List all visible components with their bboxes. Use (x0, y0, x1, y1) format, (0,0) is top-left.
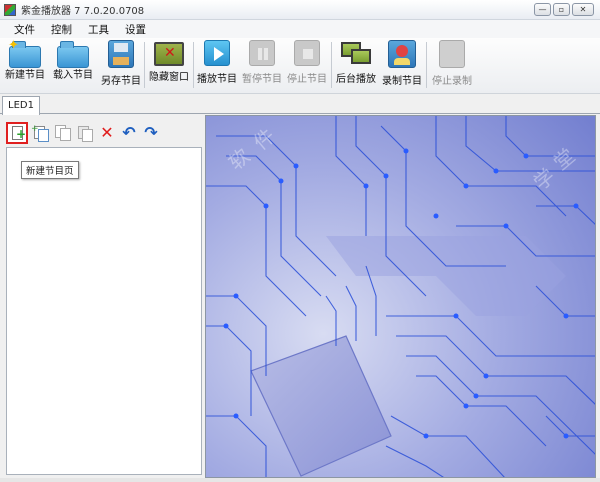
menu-control[interactable]: 控制 (43, 22, 80, 37)
hide-window-button[interactable]: ✕ 隐藏窗口 (146, 40, 192, 92)
new-page-button[interactable]: + (6, 122, 28, 144)
save-disk-icon (108, 40, 134, 68)
hide-window-label: 隐藏窗口 (149, 72, 189, 83)
close-button[interactable]: ✕ (572, 3, 594, 16)
minimize-button[interactable]: — (534, 3, 551, 16)
hide-window-icon: ✕ (154, 42, 184, 66)
plus-icon: + (16, 127, 27, 141)
play-icon (204, 40, 230, 66)
new-folder-icon: ✦ (8, 38, 41, 68)
tab-led1[interactable]: LED1 (2, 96, 40, 115)
stop-program-button[interactable]: 停止节目 (284, 40, 330, 92)
save-as-program-button[interactable]: 另存节目 (98, 40, 144, 92)
undo-icon[interactable]: ↶ (120, 124, 138, 142)
toolbar-separator (331, 42, 332, 88)
stop-icon (294, 40, 320, 66)
menu-tools[interactable]: 工具 (80, 22, 117, 37)
toolbar-separator (426, 42, 427, 88)
background-play-label: 后台播放 (336, 74, 376, 85)
window-title: 紫金播放器 7 7.0.20.0708 (21, 6, 145, 17)
new-program-button[interactable]: ✦ 新建节目 (2, 38, 48, 92)
paste-page-button[interactable] (76, 124, 94, 142)
menu-file[interactable]: 文件 (6, 22, 43, 37)
play-program-label: 播放节目 (197, 74, 237, 85)
maximize-button[interactable]: ▫ (553, 3, 570, 16)
save-as-program-label: 另存节目 (101, 76, 141, 87)
circuit-board-image: 软 件 学 堂 (206, 116, 595, 477)
background-play-button[interactable]: 后台播放 (333, 40, 379, 92)
delete-page-icon[interactable]: ✕ (98, 124, 116, 142)
redo-icon[interactable]: ↷ (142, 124, 160, 142)
preview-canvas[interactable]: 软 件 学 堂 (205, 115, 596, 478)
play-program-button[interactable]: 播放节目 (194, 40, 240, 92)
title-bar: 紫金播放器 7 7.0.20.0708 — ▫ ✕ (0, 0, 600, 20)
pause-program-label: 暂停节目 (242, 74, 282, 85)
stop-recording-label: 停止录制 (432, 76, 472, 87)
pause-icon (249, 40, 275, 66)
copy-page-button[interactable] (54, 124, 72, 142)
dual-monitor-icon (339, 40, 373, 66)
program-tree[interactable] (6, 147, 202, 475)
open-folder-icon (57, 41, 89, 68)
pause-program-button[interactable]: 暂停节目 (240, 40, 284, 92)
menu-settings[interactable]: 设置 (117, 22, 154, 37)
stop-program-label: 停止节目 (287, 74, 327, 85)
new-program-label: 新建节目 (5, 70, 45, 81)
stop-recording-icon (439, 40, 465, 68)
stop-recording-button[interactable]: 停止录制 (429, 40, 475, 92)
status-bar (0, 478, 600, 482)
window-controls: — ▫ ✕ (534, 3, 594, 16)
load-program-label: 载入节目 (53, 70, 93, 81)
screen-tab-strip: LED1 (0, 94, 600, 115)
app-logo-icon (4, 3, 16, 16)
main-toolbar: ✦ 新建节目 载入节目 另存节目 ✕ 隐藏窗口 播放节目 暂停节目 停止节目 后… (0, 38, 600, 94)
load-program-button[interactable]: 载入节目 (50, 40, 96, 92)
menu-bar: 文件 控制 工具 设置 (0, 20, 600, 38)
page-toolbar: + + ✕ ↶ ↷ (6, 121, 160, 145)
insert-page-button[interactable]: + (31, 124, 50, 142)
toolbar-separator (144, 42, 145, 88)
record-program-button[interactable]: 录制节目 (379, 40, 425, 92)
new-page-tooltip: 新建节目页 (21, 161, 79, 179)
record-icon (388, 40, 416, 68)
record-program-label: 录制节目 (382, 76, 422, 87)
